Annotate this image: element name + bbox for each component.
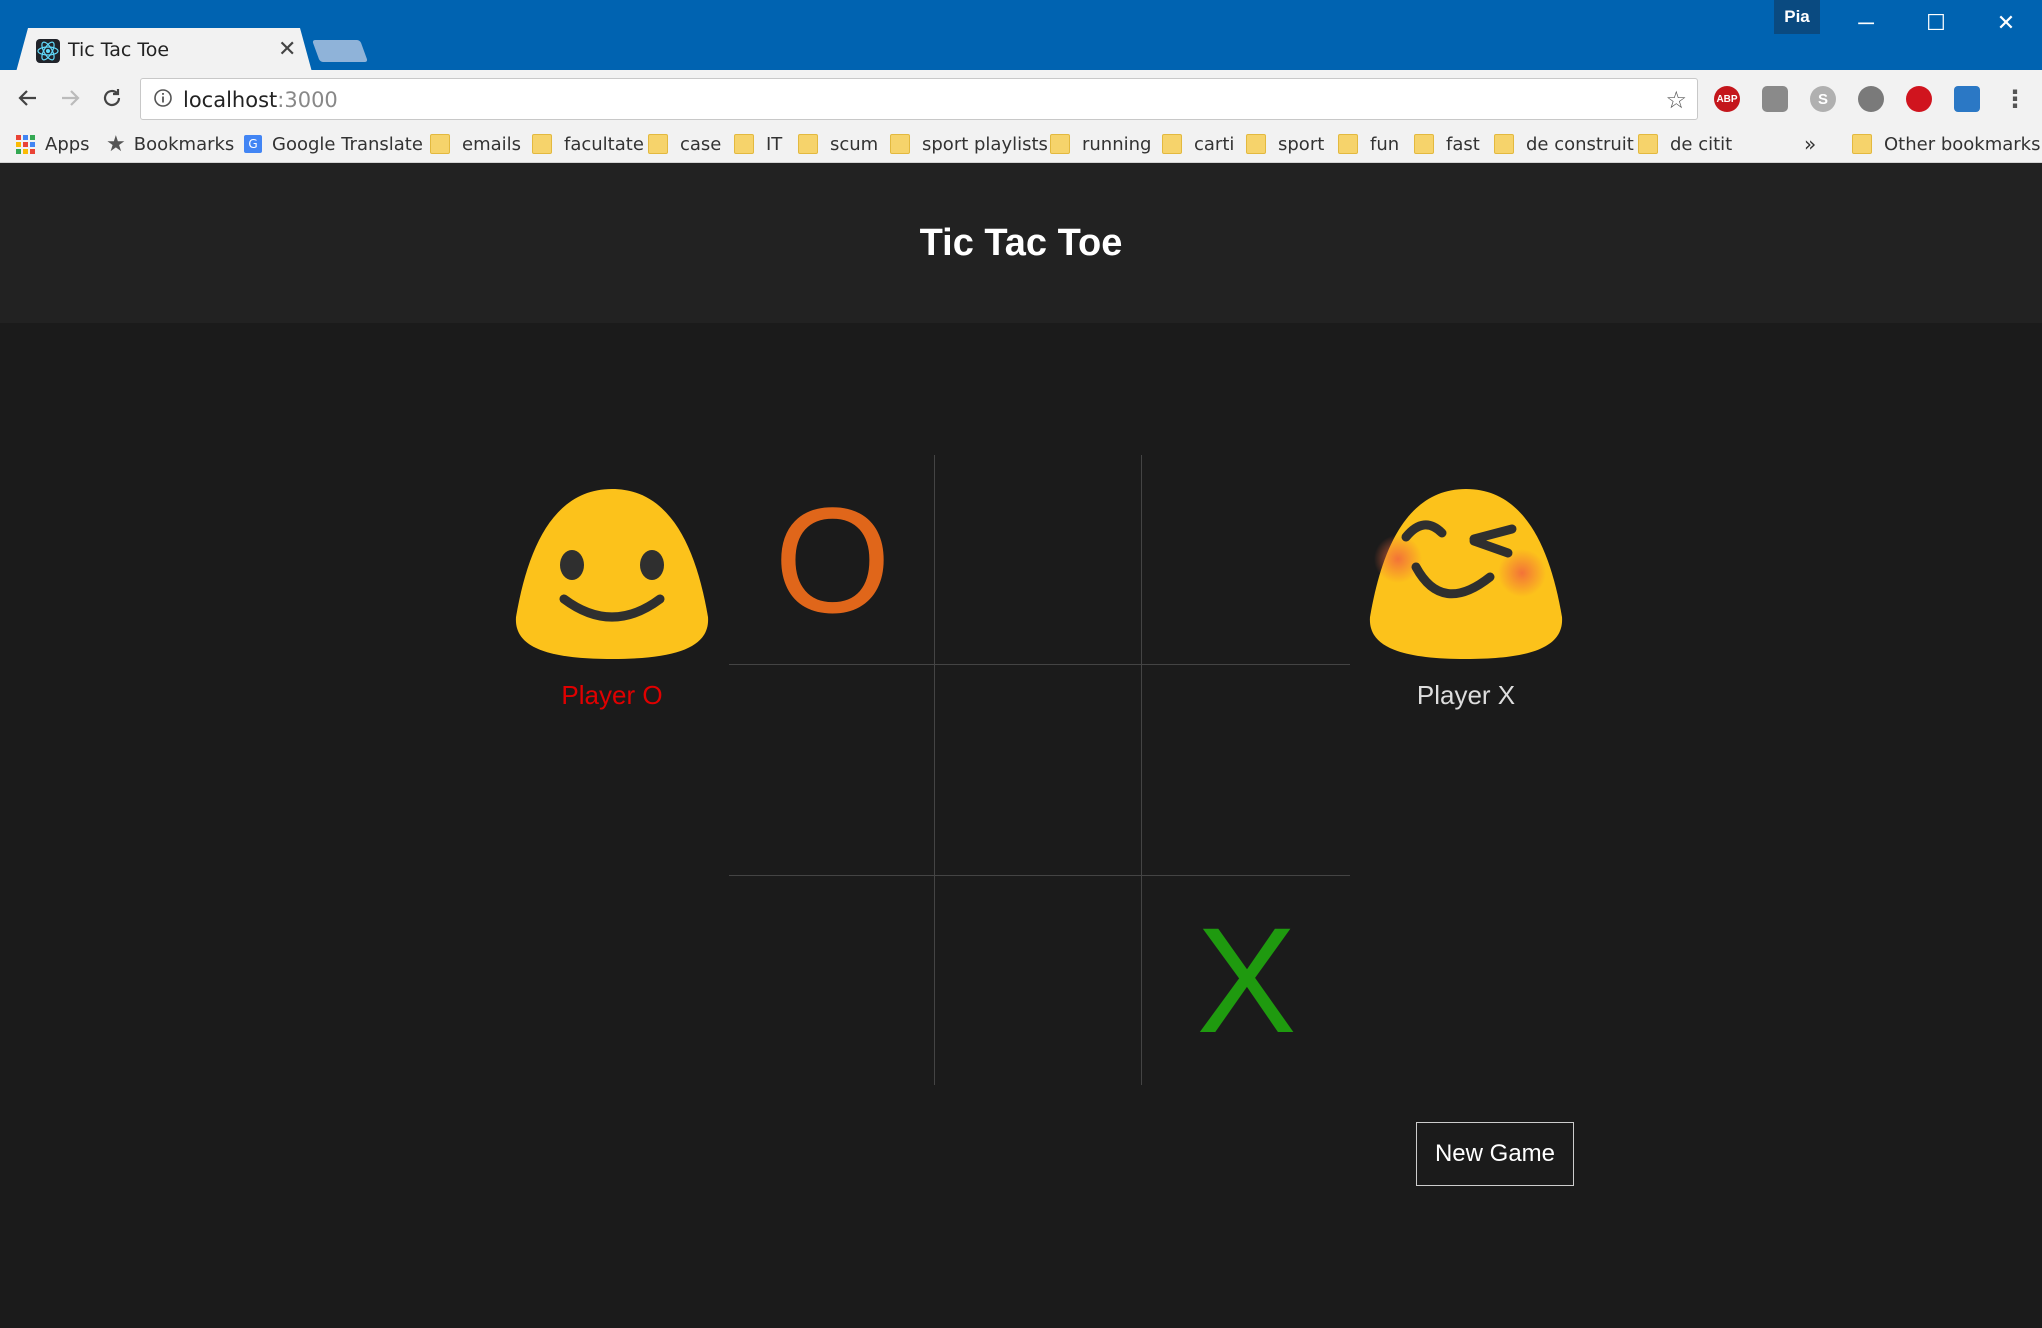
cell-mark: X [1196, 895, 1297, 1064]
folder-icon [890, 134, 910, 154]
bookmark-folder-fun[interactable]: fun [1338, 129, 1399, 159]
board-cell-9[interactable]: X [1143, 875, 1350, 1085]
folder-icon [734, 134, 754, 154]
browser-titlebar: Tic Tac Toe ✕ Pia ─ ☐ ✕ [0, 0, 2042, 72]
browser-toolbar: localhost:3000 ☆ ABP S ⋮ [0, 70, 2042, 126]
player-x-label: Player X [1416, 680, 1516, 710]
player-o-panel: Player O [502, 487, 722, 711]
winking-blushing-face-icon [1369, 489, 1563, 659]
apps-grid-icon [16, 134, 35, 154]
bookmark-folder-de-citit[interactable]: de citit [1638, 129, 1732, 159]
bookmark-folder-running[interactable]: running [1050, 129, 1151, 159]
folder-icon [1338, 134, 1358, 154]
bookmark-folder-de-construit[interactable]: de construit [1494, 129, 1634, 159]
star-icon: ★ [106, 131, 126, 157]
folder-icon [1246, 134, 1266, 154]
bookmark-folder-case[interactable]: case [648, 129, 721, 159]
board-cell-7[interactable] [729, 875, 936, 1085]
forward-icon[interactable] [54, 82, 86, 114]
skype-icon[interactable]: S [1810, 86, 1836, 112]
tab-close-icon[interactable]: ✕ [278, 36, 296, 62]
folder-icon [798, 134, 818, 154]
board-cell-1[interactable]: O [729, 455, 936, 665]
bookmark-folder-it[interactable]: IT [734, 129, 782, 159]
page-title: Tic Tac Toe [919, 221, 1123, 264]
bookmark-apps[interactable]: Apps [16, 129, 90, 159]
bookmark-folder-sport[interactable]: sport [1246, 129, 1324, 159]
url-text: localhost:3000 [183, 88, 338, 112]
bookmark-folder-sport-playlists[interactable]: sport playlists [890, 129, 1048, 159]
folder-icon [648, 134, 668, 154]
profile-button[interactable]: Pia [1774, 0, 1820, 34]
folder-icon [1050, 134, 1070, 154]
folder-icon [430, 134, 450, 154]
bookmark-folder-carti[interactable]: carti [1162, 129, 1234, 159]
player-o-label: Player O [561, 680, 663, 710]
board-cell-6[interactable] [1143, 665, 1350, 875]
bookmark-folder-other-bookmarks[interactable]: Other bookmarks [1852, 129, 2040, 159]
new-game-button[interactable]: New Game [1416, 1122, 1574, 1186]
info-icon[interactable] [153, 88, 173, 113]
new-tab-button[interactable] [311, 40, 369, 62]
board-cell-5[interactable] [936, 665, 1143, 875]
bookmark-folder-emails[interactable]: emails [430, 129, 521, 159]
cell-mark: O [774, 475, 891, 644]
folder-icon [532, 134, 552, 154]
bookmark-google-translate[interactable]: G Google Translate [244, 129, 423, 159]
folder-icon [1852, 134, 1872, 154]
app-header: Tic Tac Toe [0, 163, 2042, 323]
address-bar[interactable]: localhost:3000 ☆ [140, 78, 1698, 120]
bookmark-folder-scum[interactable]: scum [798, 129, 878, 159]
back-icon[interactable] [12, 82, 44, 114]
react-icon [36, 39, 60, 63]
board-cell-8[interactable] [936, 875, 1143, 1085]
smiling-face-icon [515, 489, 709, 659]
bookmark-folder-facultate[interactable]: facultate [532, 129, 644, 159]
maximize-icon[interactable]: ☐ [1906, 6, 1966, 40]
bookmarks-overflow-button[interactable]: » [1804, 129, 1816, 159]
close-window-icon[interactable]: ✕ [1976, 6, 2036, 40]
globe-extension-icon[interactable] [1858, 86, 1884, 112]
bookmark-folder-fast[interactable]: fast [1414, 129, 1480, 159]
browser-tab[interactable]: Tic Tac Toe ✕ [16, 28, 312, 72]
minimize-icon[interactable]: ─ [1836, 6, 1896, 40]
board-cell-3[interactable] [1143, 455, 1350, 665]
board-cell-4[interactable] [729, 665, 936, 875]
folder-icon [1494, 134, 1514, 154]
bookmarks-bar: Apps ★ Bookmarks G Google Translate emai… [0, 126, 2042, 163]
bookmark-bookmarks[interactable]: ★ Bookmarks [106, 129, 234, 159]
adblock-icon[interactable]: ABP [1714, 86, 1740, 112]
google-translate-icon: G [244, 135, 262, 153]
folder-icon [1162, 134, 1182, 154]
folder-icon [1414, 134, 1434, 154]
opera-vpn-icon[interactable] [1906, 86, 1932, 112]
download-extension-icon[interactable] [1954, 86, 1980, 112]
extension-icon[interactable] [1762, 86, 1788, 112]
game-board: O X [729, 455, 1350, 1085]
tab-title: Tic Tac Toe [68, 39, 170, 61]
bookmark-star-icon[interactable]: ☆ [1665, 86, 1687, 115]
player-x-panel: Player X [1356, 487, 1576, 711]
board-cell-2[interactable] [936, 455, 1143, 665]
reload-icon[interactable] [96, 82, 128, 114]
menu-icon[interactable]: ⋮ [2002, 86, 2028, 113]
folder-icon [1638, 134, 1658, 154]
